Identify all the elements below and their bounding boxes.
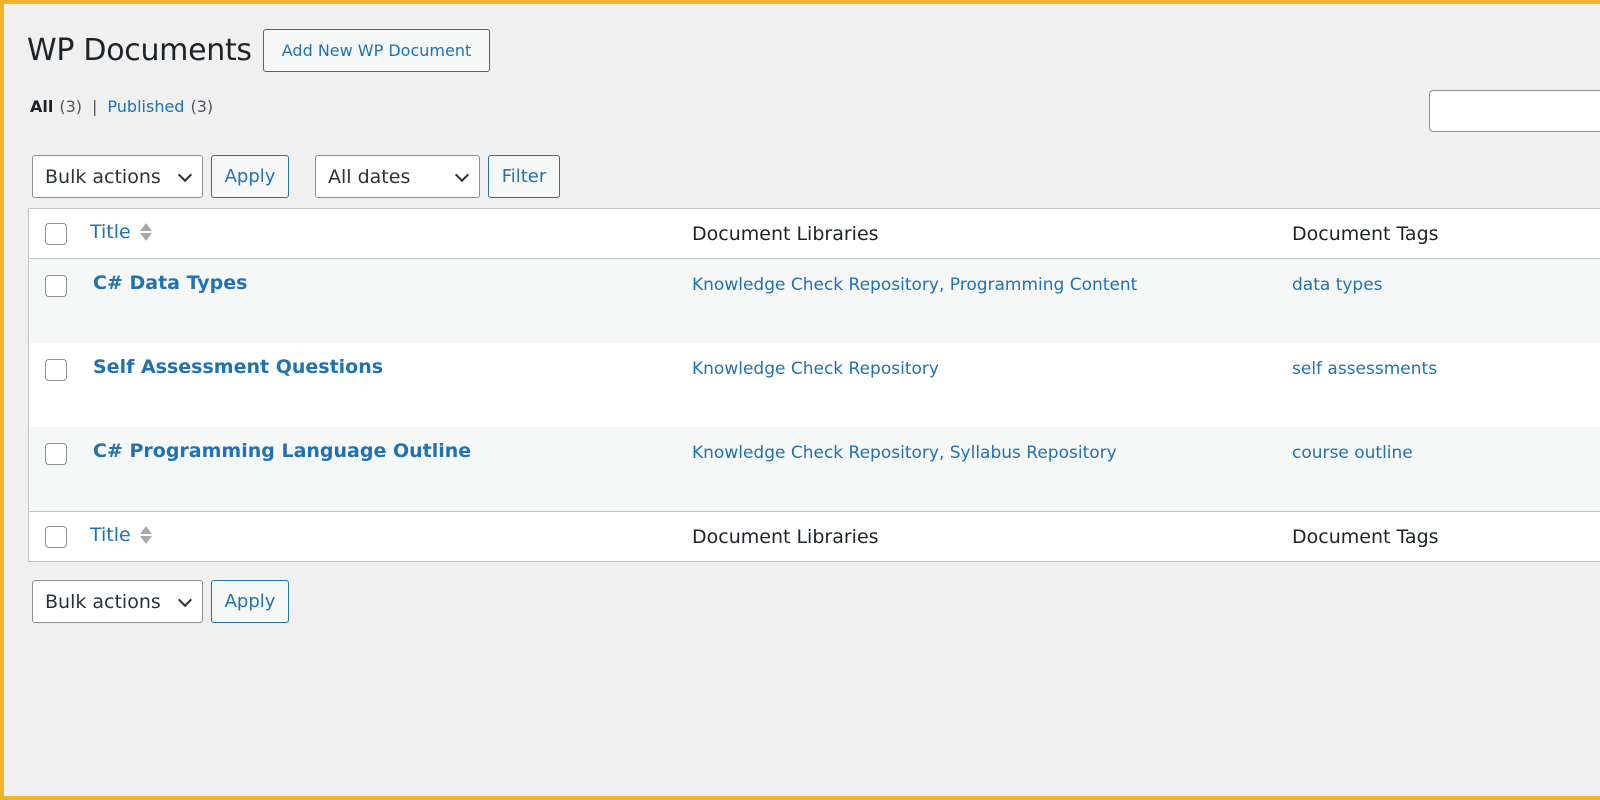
- row-checkbox[interactable]: [45, 443, 67, 465]
- bulk-actions-value: Bulk actions: [45, 165, 161, 188]
- view-separator: |: [92, 97, 98, 116]
- document-tag-link[interactable]: course outline: [1292, 443, 1413, 463]
- chevron-down-icon: [454, 167, 470, 182]
- row-checkbox[interactable]: [45, 359, 67, 381]
- title-column-label: Title: [90, 524, 131, 546]
- tags-column-header: Document Tags: [1292, 223, 1439, 245]
- filter-button[interactable]: Filter: [488, 155, 560, 198]
- title-column-label: Title: [90, 221, 131, 243]
- select-all-checkbox-bottom[interactable]: [45, 526, 67, 548]
- document-tag-link[interactable]: self assessments: [1292, 359, 1437, 379]
- table-row: C# Programming Language Outline Knowledg…: [29, 427, 1600, 511]
- page-title: WP Documents: [27, 33, 252, 68]
- bulk-actions-select-bottom[interactable]: Bulk actions: [32, 580, 203, 623]
- table-header: Title Document Libraries Document Tags: [29, 209, 1600, 259]
- document-title-link[interactable]: C# Programming Language Outline: [93, 440, 471, 462]
- libraries-column-header: Document Libraries: [692, 223, 879, 245]
- document-libraries-link[interactable]: Knowledge Check Repository, Programming …: [692, 275, 1137, 295]
- bulk-actions-value: Bulk actions: [45, 590, 161, 613]
- view-all-link[interactable]: All: [30, 96, 53, 118]
- view-published-count: (3): [190, 97, 214, 116]
- apply-button-bottom[interactable]: Apply: [211, 580, 289, 623]
- sort-arrows-icon: [139, 223, 152, 241]
- libraries-column-footer: Document Libraries: [692, 526, 879, 548]
- search-input[interactable]: [1429, 90, 1600, 132]
- add-new-document-button[interactable]: Add New WP Document: [263, 29, 490, 72]
- document-libraries-link[interactable]: Knowledge Check Repository, Syllabus Rep…: [692, 443, 1117, 463]
- chevron-down-icon: [177, 167, 193, 182]
- select-all-checkbox[interactable]: [45, 223, 67, 245]
- table-row: C# Data Types Knowledge Check Repository…: [29, 259, 1600, 343]
- document-tag-link[interactable]: data types: [1292, 275, 1383, 295]
- row-checkbox[interactable]: [45, 275, 67, 297]
- tags-column-footer: Document Tags: [1292, 526, 1439, 548]
- status-views: All (3) | Published (3): [30, 96, 213, 118]
- table-row: Self Assessment Questions Knowledge Chec…: [29, 343, 1600, 427]
- admin-screen: WP Documents Add New WP Document All (3)…: [0, 0, 1600, 800]
- view-published-link[interactable]: Published: [107, 96, 184, 118]
- bulk-actions-select-top[interactable]: Bulk actions: [32, 155, 203, 198]
- table-footer: Title Document Libraries Document Tags: [29, 511, 1600, 561]
- document-libraries-link[interactable]: Knowledge Check Repository: [692, 359, 939, 379]
- view-all-count: (3): [59, 97, 83, 116]
- dates-filter-select[interactable]: All dates: [315, 155, 480, 198]
- title-column-header[interactable]: Title: [90, 221, 152, 243]
- title-column-footer[interactable]: Title: [90, 524, 152, 546]
- document-title-link[interactable]: C# Data Types: [93, 272, 247, 294]
- document-title-link[interactable]: Self Assessment Questions: [93, 356, 383, 378]
- documents-table: Title Document Libraries Document Tags C…: [28, 208, 1600, 562]
- sort-arrows-icon: [139, 526, 152, 544]
- chevron-down-icon: [177, 592, 193, 607]
- apply-button-top[interactable]: Apply: [211, 155, 289, 198]
- dates-filter-value: All dates: [328, 165, 411, 188]
